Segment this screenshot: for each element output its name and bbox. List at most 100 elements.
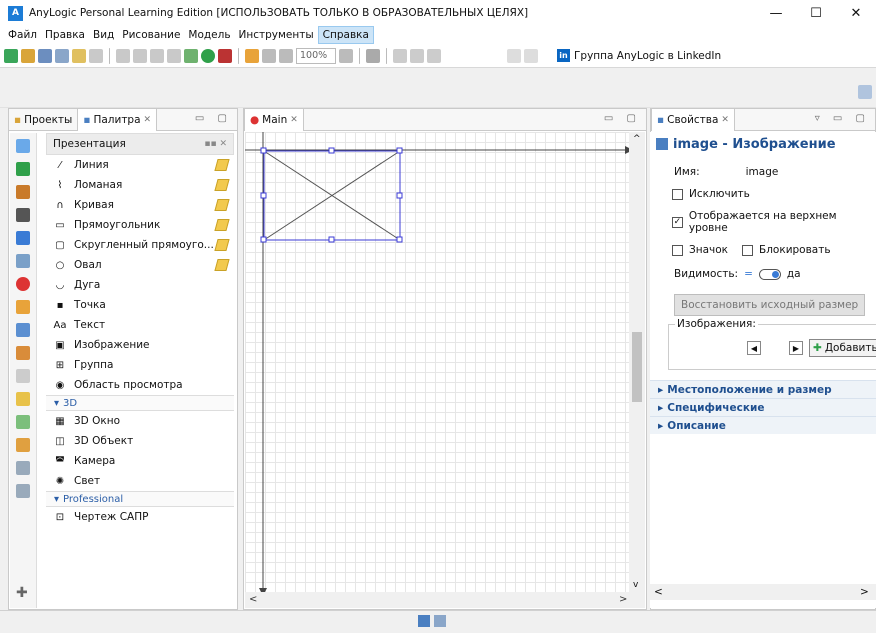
ok-icon[interactable] (16, 369, 30, 383)
resize-handle[interactable] (396, 147, 403, 154)
grid-icon[interactable] (393, 48, 407, 63)
section-specific[interactable]: ▸ Специфические (650, 398, 876, 416)
database-icon[interactable] (524, 48, 538, 63)
palette-item[interactable]: ∩ Кривая (46, 195, 234, 215)
drawing-mode-pencil-icon[interactable] (214, 259, 230, 271)
menu-draw[interactable]: Рисование (118, 27, 184, 43)
undo-icon[interactable] (72, 48, 86, 63)
zoom-in-icon[interactable] (262, 48, 276, 63)
add-library-icon[interactable] (16, 484, 30, 498)
distribute-icon[interactable] (427, 48, 441, 63)
palette-item[interactable]: ⌇ Ломаная (46, 175, 234, 195)
palette-item[interactable]: ▪ Точка (46, 295, 234, 315)
save-icon[interactable] (38, 48, 52, 63)
run-config-icon[interactable] (507, 48, 521, 63)
close-window-button[interactable]: ✕ (836, 0, 876, 26)
tab-palette[interactable]: ▪ Палитра ✕ (77, 108, 158, 131)
fluid-icon[interactable] (16, 231, 30, 245)
close-tab-icon[interactable]: ✕ (144, 115, 152, 125)
palette-item[interactable]: ▦ 3D Окно (46, 411, 234, 431)
open-icon[interactable] (21, 48, 35, 63)
copy-icon[interactable] (133, 48, 147, 63)
process-icon[interactable] (16, 254, 30, 268)
zoom-fit-icon[interactable] (339, 48, 353, 63)
scroll-left-icon[interactable]: < (654, 586, 663, 598)
run-icon[interactable] (201, 48, 215, 63)
zoom-out-icon[interactable] (279, 48, 293, 63)
resize-handle[interactable] (396, 192, 403, 199)
palette-item[interactable]: ▭ Прямоугольник (46, 215, 234, 235)
car-icon[interactable] (16, 208, 30, 222)
scroll-thumb[interactable] (632, 332, 642, 402)
controls-icon[interactable] (16, 323, 30, 337)
palette-item[interactable]: ◫ 3D Объект (46, 431, 234, 451)
panel-minmax[interactable]: ▭ ▢ (195, 113, 232, 124)
tab-properties[interactable]: ▪ Свойства ✕ (651, 108, 735, 131)
editor-vscroll[interactable]: ^ v (629, 132, 645, 592)
restore-size-button[interactable]: Восстановить исходный размер (674, 294, 866, 316)
console-icon[interactable] (418, 615, 430, 627)
palette-item[interactable]: ◡ Дуга (46, 275, 234, 295)
section-professional[interactable]: ▾ Professional (46, 491, 234, 507)
drawing-mode-pencil-icon[interactable] (214, 219, 230, 231)
exclude-checkbox[interactable] (672, 188, 683, 200)
name-field[interactable]: image (746, 166, 779, 178)
minimize-button[interactable]: — (756, 0, 796, 26)
analysis-icon[interactable] (16, 346, 30, 360)
palette-item[interactable]: ⊡ Чертеж САПР (46, 507, 234, 527)
palette-item[interactable]: ✺ Свет (46, 471, 234, 491)
presentation-icon[interactable] (16, 300, 30, 314)
drawing-mode-pencil-icon[interactable] (214, 159, 230, 171)
close-tab-icon[interactable]: ✕ (290, 115, 298, 125)
scroll-left-icon[interactable]: < (249, 594, 257, 605)
palette-item[interactable]: ○ Овал (46, 255, 234, 275)
drawing-mode-pencil-icon[interactable] (214, 179, 230, 191)
top-level-checkbox[interactable]: ✓ (672, 216, 683, 228)
new-model-icon[interactable] (4, 48, 18, 63)
palette-section-header[interactable]: Презентация ▪▪ ✕ (46, 133, 234, 155)
cut-icon[interactable] (116, 48, 130, 63)
visibility-toggle[interactable] (758, 268, 781, 280)
add-image-button[interactable]: ✚ Добавить (809, 339, 876, 357)
lock-checkbox[interactable] (742, 244, 754, 256)
resize-handle[interactable] (328, 147, 335, 154)
3d-objects-icon[interactable] (16, 438, 30, 452)
drawing-mode-pencil-icon[interactable] (214, 239, 230, 251)
pictures-icon[interactable] (16, 415, 30, 429)
resize-handle[interactable] (260, 192, 267, 199)
add-palette-icon[interactable]: ✚ (16, 585, 28, 601)
menu-file[interactable]: Файл (4, 27, 41, 43)
align-icon[interactable] (410, 48, 424, 63)
palette-item[interactable]: ◚ Камера (46, 451, 234, 471)
resize-handle[interactable] (260, 147, 267, 154)
panel-minmax[interactable]: ▿ ▭ ▢ (815, 113, 870, 124)
build-icon[interactable] (184, 48, 198, 63)
rail-icon[interactable] (16, 185, 30, 199)
panel-minmax[interactable]: ▭ ▢ (604, 113, 641, 124)
section-location-size[interactable]: ▸ Местоположение и размер (650, 380, 876, 398)
agent-icon[interactable] (16, 162, 30, 176)
palette-item[interactable]: ▣ Изображение (46, 335, 234, 355)
palette-item[interactable]: ◉ Область просмотра (46, 375, 234, 395)
menu-view[interactable]: Вид (89, 27, 118, 43)
section-3d[interactable]: ▾ 3D (46, 395, 234, 411)
menu-help[interactable]: Справка (317, 26, 374, 44)
menu-edit[interactable]: Правка (41, 27, 89, 43)
palette-item[interactable]: ⊞ Группа (46, 355, 234, 375)
formula-icon[interactable]: = (744, 268, 753, 280)
connectivity-icon[interactable] (16, 392, 30, 406)
draw-icon[interactable] (245, 48, 259, 63)
close-tab-icon[interactable]: ✕ (721, 115, 729, 125)
icon-checkbox[interactable] (672, 244, 683, 256)
tab-main[interactable]: ● Main ✕ (244, 108, 304, 131)
properties-hscroll[interactable]: < > (650, 584, 876, 600)
resize-handle[interactable] (260, 236, 267, 243)
zoom-field[interactable]: 100% (296, 47, 336, 64)
resize-handle[interactable] (396, 236, 403, 243)
save-all-icon[interactable] (55, 48, 69, 63)
section-description[interactable]: ▸ Описание (650, 416, 876, 434)
scroll-right-icon[interactable]: > (619, 594, 627, 605)
editor-hscroll[interactable]: < > (245, 592, 645, 608)
drawing-mode-pencil-icon[interactable] (214, 199, 230, 211)
scroll-up-icon[interactable]: ^ (633, 134, 641, 144)
